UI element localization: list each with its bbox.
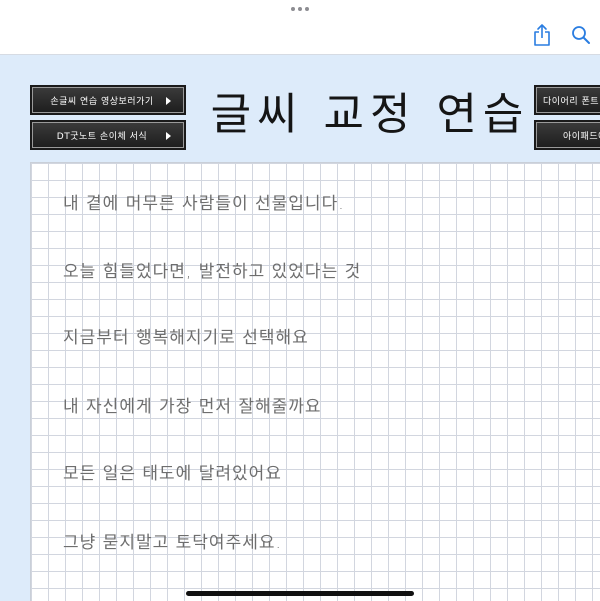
home-indicator[interactable] [186,591,414,596]
practice-line: 지금부터 행복해지기로 선택해요 [63,328,309,348]
ipad-button[interactable]: 아이패드에 [534,120,600,150]
diary-font-button[interactable]: 다이어리 폰트 [534,85,600,115]
multitasking-dots-icon[interactable] [291,6,309,12]
goodnote-template-label: DT굿노트 손이체 서식 [56,131,148,142]
video-link-button[interactable]: 손글씨 연습 영상보러가기 [30,85,186,115]
share-icon[interactable] [531,23,553,47]
grid-paper[interactable]: 내 곁에 머무른 사람들이 선물입니다. 오늘 힘들었다면, 발전하고 있었다는… [30,162,600,601]
top-toolbar [0,0,600,55]
page-title: 글씨 교정 연습 [210,89,530,140]
video-link-label: 손글씨 연습 영상보러가기 [50,96,154,107]
practice-line: 오늘 힘들었다면, 발전하고 있었다는 것 [63,262,362,282]
practice-line: 모든 일은 태도에 달려있어요 [63,464,282,484]
practice-line: 내 자신에게 가장 먼저 잘해줄까요 [63,397,322,417]
diary-font-label: 다이어리 폰트 [543,96,600,107]
ipad-label: 아이패드에 [563,131,600,142]
play-arrow-icon [166,97,171,105]
practice-line: 그냥 묻지말고 토닥여주세요. [63,533,282,553]
search-icon[interactable] [571,25,591,45]
practice-line: 내 곁에 머무른 사람들이 선물입니다. [63,194,345,214]
play-arrow-icon [166,132,171,140]
goodnote-template-button[interactable]: DT굿노트 손이체 서식 [30,120,186,150]
